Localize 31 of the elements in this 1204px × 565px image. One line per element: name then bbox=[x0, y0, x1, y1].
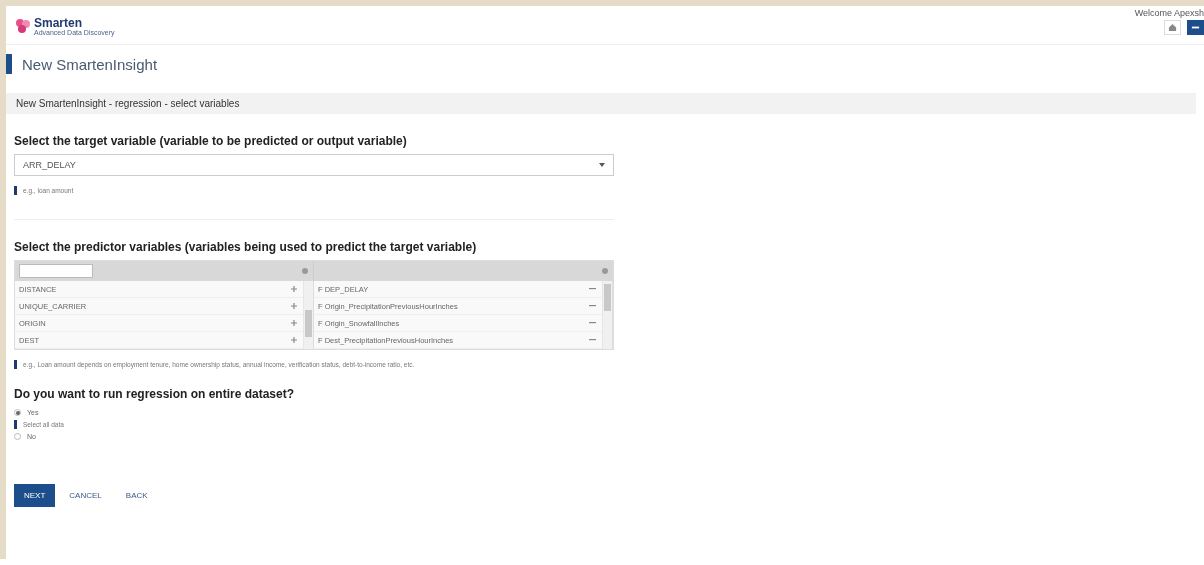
flower-logo-icon bbox=[14, 17, 32, 35]
scrollbar[interactable] bbox=[303, 281, 313, 349]
title-accent-bar bbox=[6, 54, 12, 74]
filter-field[interactable] bbox=[19, 264, 93, 278]
text-button[interactable]: CANCEL bbox=[59, 484, 112, 507]
plus-icon[interactable] bbox=[289, 303, 299, 309]
page-title: New SmartenInsight bbox=[22, 55, 158, 73]
scrollbar[interactable] bbox=[602, 281, 612, 349]
welcome-text: Welcome Apexsh bbox=[1134, 8, 1204, 18]
menu-button[interactable] bbox=[1187, 20, 1204, 35]
question-text: Do you want to run regression on entire dataset? bbox=[14, 387, 296, 401]
plus-icon[interactable] bbox=[289, 286, 299, 292]
plus-icon[interactable] bbox=[289, 320, 299, 326]
minus-icon bbox=[1191, 26, 1200, 29]
home-icon bbox=[1168, 23, 1177, 32]
target-heading: Select the target variable (variable to be predicted or output variable) bbox=[14, 134, 408, 148]
radio-button[interactable] bbox=[14, 409, 21, 416]
caret-icon bbox=[599, 163, 605, 167]
minus-icon[interactable] bbox=[587, 288, 598, 290]
text-button[interactable]: BACK bbox=[115, 484, 158, 507]
home-button[interactable] bbox=[1164, 20, 1181, 35]
radio-button[interactable] bbox=[14, 433, 21, 440]
plus-icon[interactable] bbox=[289, 337, 299, 343]
minus-icon[interactable] bbox=[587, 322, 598, 324]
target-select[interactable]: ARR_DELAY bbox=[14, 154, 614, 176]
minus-icon[interactable] bbox=[587, 305, 598, 307]
logo-name: Smarten bbox=[34, 16, 84, 29]
minus-icon[interactable] bbox=[587, 339, 598, 341]
breadcrumb-bar: New SmartenInsight - regression - select variables bbox=[6, 93, 1196, 114]
next-button[interactable]: NEXT bbox=[14, 484, 56, 507]
predictor-heading: Select the predictor variables (variables being used to predict the target variable) bbox=[14, 240, 478, 254]
